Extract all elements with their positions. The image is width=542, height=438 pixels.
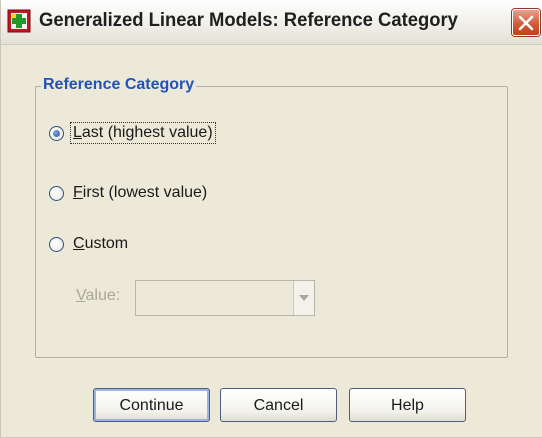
mnemonic-c: C (73, 235, 85, 252)
radio-button[interactable] (49, 236, 64, 252)
radio-first[interactable]: First (lowest value) (49, 181, 209, 205)
radio-last[interactable]: Last (highest value) (49, 121, 216, 145)
value-dropdown[interactable] (135, 280, 315, 316)
radio-custom-text: ustom (84, 235, 129, 252)
radio-button[interactable] (49, 185, 64, 201)
help-button[interactable]: Help (349, 388, 466, 422)
close-button[interactable] (512, 9, 540, 36)
radio-last-label[interactable]: Last (highest value) (70, 122, 216, 144)
dropdown-button[interactable] (293, 281, 314, 315)
value-label-text: alue: (85, 287, 121, 304)
radio-button-selected[interactable] (49, 125, 64, 141)
group-label: Reference Category (41, 75, 197, 95)
cancel-button[interactable]: Cancel (220, 388, 337, 422)
radio-last-text: ast (highest value) (81, 124, 213, 141)
mnemonic-l: L (73, 124, 82, 141)
continue-button[interactable]: Continue (93, 388, 210, 422)
radio-custom[interactable]: Custom (49, 232, 130, 256)
radio-custom-label[interactable]: Custom (71, 234, 130, 254)
dialog-window: Generalized Linear Models: Reference Cat… (0, 0, 542, 438)
title-bar[interactable]: Generalized Linear Models: Reference Cat… (1, 0, 542, 45)
radio-first-text: irst (lowest value) (82, 184, 208, 201)
radio-first-label[interactable]: First (lowest value) (71, 183, 209, 203)
app-icon (7, 9, 31, 33)
value-label: Value: (76, 286, 120, 306)
mnemonic-f: F (73, 184, 83, 201)
window-title: Generalized Linear Models: Reference Cat… (39, 10, 458, 31)
